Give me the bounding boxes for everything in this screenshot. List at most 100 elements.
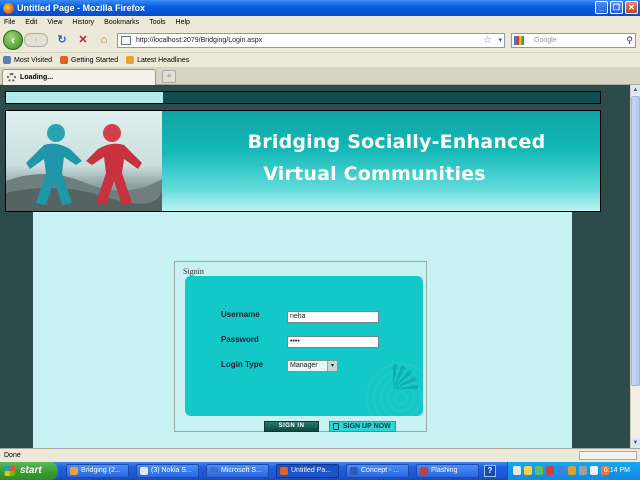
loading-spinner-icon [7,73,16,82]
bookmark-getting-started[interactable]: Getting Started [60,56,118,64]
forward-button[interactable]: › [24,33,48,47]
word-document-icon [350,467,358,475]
decorative-rays [368,364,418,414]
url-bar[interactable]: http://localhost:2079/Bridging/Login.asp… [117,33,505,48]
back-button[interactable]: ‹ [3,30,23,50]
task-label: Untitled Pa... [291,467,332,474]
tray-security-icon[interactable] [524,466,532,475]
help-icon[interactable]: ? [484,465,496,477]
tab-bar: Loading... + [0,67,640,85]
firefox-icon [280,467,288,475]
navigation-toolbar: ‹ › ↻ ✕ ⌂ http://localhost:2079/Bridging… [0,28,640,52]
windows-logo-icon [4,466,16,476]
search-icon[interactable]: ⚲ [626,34,633,47]
scroll-thumb[interactable] [631,96,640,386]
restore-button[interactable]: ❐ [610,1,623,14]
page-content: Bridging Socially-Enhanced Virtual Commu… [0,85,630,448]
banner-title-line-1: Bridging Socially-Enhanced [247,131,546,153]
taskbar-item-firefox[interactable]: Untitled Pa... [276,464,339,478]
menu-tools[interactable]: Tools [149,19,165,26]
task-label: Flashing [431,467,458,474]
header-strip-accent [6,92,163,103]
menu-bar: File Edit View History Bookmarks Tools H… [0,16,640,28]
minimize-button[interactable]: _ [595,1,608,14]
login-form-box: Username neha Password •••• Login Type M… [185,276,423,416]
banner-title-line-2: Virtual Communities [263,163,486,185]
new-tab-button[interactable]: + [162,70,176,83]
windows-taskbar: start Bridging (2... (3) Nokia S... Micr… [0,462,640,480]
taskbar-item-bridging[interactable]: Bridging (2... [66,464,129,478]
most-visited-icon [3,56,11,64]
password-input[interactable]: •••• [287,336,379,348]
flashing-app-icon [420,467,428,475]
sign-up-icon [333,423,339,430]
tray-messenger-icon[interactable] [535,466,543,475]
bookmark-label: Getting Started [71,56,119,64]
scroll-down-arrow-icon[interactable]: ▼ [631,438,640,448]
window-title: Untitled Page - Mozilla Firefox [17,3,146,13]
username-input[interactable]: neha [287,311,379,323]
vertical-scrollbar[interactable]: ▲ ▼ [630,85,640,448]
reload-icon[interactable]: ↻ [55,33,69,47]
start-label: start [20,465,42,476]
getting-started-icon [60,56,68,64]
sign-in-button[interactable]: SIGN IN [264,421,319,432]
system-tray: 6:14 PM [507,462,640,480]
taskbar-item-microsoft[interactable]: Microsoft S... [206,464,269,478]
task-label: Microsoft S... [221,467,262,474]
tray-display-icon[interactable] [590,466,598,475]
search-placeholder: Google [534,37,557,44]
home-icon[interactable]: ⌂ [97,33,111,47]
taskbar-item-flashing[interactable]: Flashing [416,464,479,478]
tab-label: Loading... [20,74,54,81]
start-button[interactable]: start [0,462,58,480]
menu-bookmarks[interactable]: Bookmarks [104,19,139,26]
tray-network-icon[interactable] [513,466,521,475]
menu-edit[interactable]: Edit [25,19,37,26]
menu-history[interactable]: History [72,19,94,26]
bookmark-most-visited[interactable]: Most Visited [3,56,52,64]
login-type-value: Manager [290,362,318,369]
bookmark-label: Most Visited [14,56,52,64]
tray-bluetooth-icon[interactable] [557,466,565,475]
tray-update-icon[interactable] [568,466,576,475]
url-text: http://localhost:2079/Bridging/Login.asp… [136,37,263,44]
status-bar: Done [0,448,640,462]
login-type-select[interactable]: Manager ▾ [287,360,338,372]
bookmark-latest-headlines[interactable]: Latest Headlines [126,56,189,64]
google-icon[interactable] [514,36,524,45]
visual-studio-icon [210,467,218,475]
stop-icon[interactable]: ✕ [76,33,90,47]
task-label: Concept - ... [361,467,400,474]
header-strip [5,91,601,104]
menu-help[interactable]: Help [176,19,190,26]
tray-antivirus-icon[interactable] [546,466,554,475]
firefox-icon [3,2,14,14]
task-label: Bridging (2... [81,467,121,474]
sign-up-now-button[interactable]: SIGN UP NOW [329,421,396,432]
menu-view[interactable]: View [47,19,62,26]
tab-loading[interactable]: Loading... [2,69,156,85]
url-dropdown-icon[interactable]: ▾ [498,34,502,47]
site-banner: Bridging Socially-Enhanced Virtual Commu… [5,110,601,212]
bookmark-star-icon[interactable]: ☆ [483,34,492,47]
tray-volume-icon[interactable] [579,466,587,475]
signin-fieldset: Signin Username neha Password •••• Login… [174,261,427,432]
tray-icons [513,466,609,475]
taskbar-item-concept[interactable]: Concept - ... [346,464,409,478]
search-input[interactable]: Google ⚲ [511,33,636,48]
close-button[interactable]: ✕ [625,1,638,14]
page-icon [121,36,131,45]
window-title-bar: Untitled Page - Mozilla Firefox _ ❐ ✕ [0,0,640,16]
status-text: Done [4,452,21,459]
username-label: Username [221,310,260,319]
scroll-up-arrow-icon[interactable]: ▲ [631,85,640,95]
nokia-app-icon [140,467,148,475]
system-clock[interactable]: 6:14 PM [604,462,630,480]
window-controls: _ ❐ ✕ [595,1,638,14]
task-label: (3) Nokia S... [151,467,192,474]
taskbar-item-nokia[interactable]: (3) Nokia S... [136,464,199,478]
login-type-label: Login Type [221,360,264,369]
menu-file[interactable]: File [4,19,15,26]
sign-up-label: SIGN UP NOW [343,423,391,430]
